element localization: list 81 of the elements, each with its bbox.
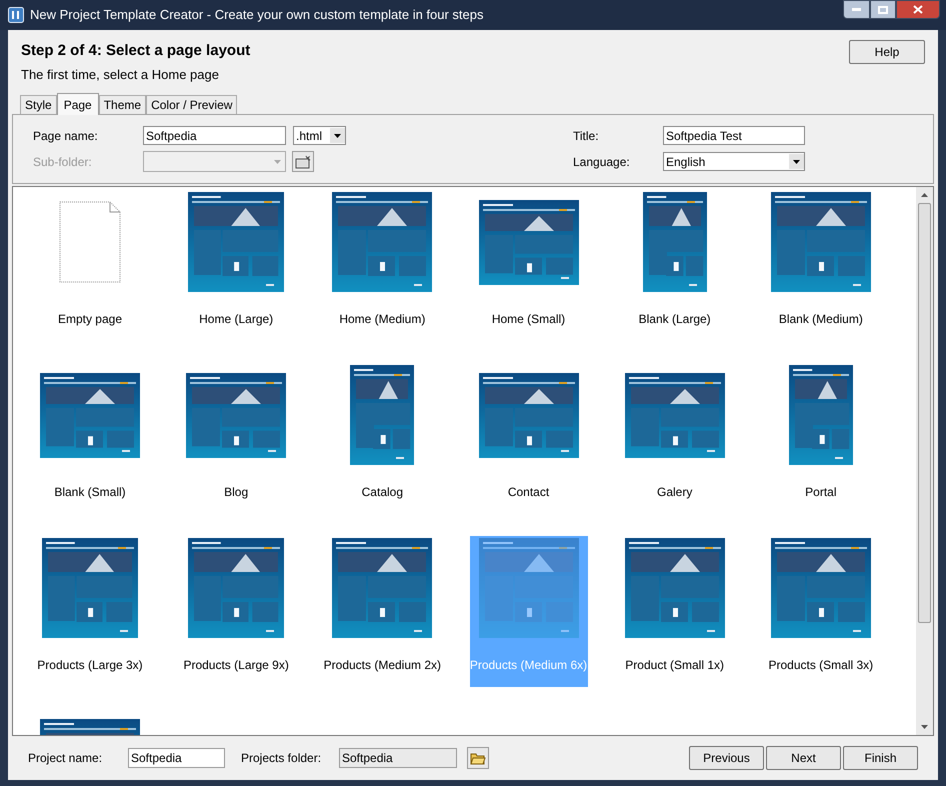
- layout-label: Home (Medium): [339, 311, 426, 328]
- layout-label: Products (Large 3x): [37, 657, 143, 674]
- field-label: Sub-folder:: [33, 154, 93, 170]
- title-field[interactable]: Softpedia Test: [663, 126, 805, 145]
- layout-item[interactable]: Products (Medium 2x): [323, 536, 442, 709]
- layout-label: Galery: [656, 484, 692, 501]
- layout-label: Portal: [805, 484, 836, 501]
- folder-icon: [295, 154, 311, 168]
- layout-item[interactable]: Galery: [616, 363, 734, 536]
- layout-label: Catalog: [362, 484, 404, 501]
- layout-item[interactable]: Empty page: [31, 190, 149, 363]
- layout-label: Product (Small 1x): [625, 657, 724, 674]
- dropdown-arrow-icon: [274, 160, 281, 164]
- layout-item[interactable]: Blank (Medium): [762, 190, 880, 363]
- folder-icon: [470, 752, 486, 764]
- field-value: Softpedia: [342, 750, 393, 767]
- layout-label: Blog: [224, 484, 248, 501]
- layout-label: Products (Large 9x): [183, 657, 289, 674]
- minimize-icon: [852, 8, 861, 11]
- field-value: .html: [296, 128, 324, 144]
- layout-label: Empty page: [58, 311, 122, 328]
- layout-item[interactable]: Blank (Large): [616, 190, 734, 363]
- browse-folder-button[interactable]: [467, 747, 489, 769]
- layout-item[interactable]: Blank (Small): [31, 363, 149, 536]
- minimize-button[interactable]: [843, 0, 870, 19]
- nav-button[interactable]: Next: [766, 746, 841, 770]
- language-dropdown[interactable]: English: [663, 152, 805, 171]
- scroll-thumb[interactable]: [918, 203, 931, 623]
- scroll-down-icon: [921, 725, 928, 729]
- layout-label: Contact: [508, 484, 550, 501]
- layout-label: Blank (Small): [54, 484, 126, 501]
- layout-item[interactable]: Products (Small 3x): [762, 536, 880, 709]
- close-icon: [913, 5, 923, 14]
- scroll-up-icon: [921, 193, 928, 197]
- field-label: Page name:: [33, 128, 99, 144]
- tab[interactable]: Page: [56, 93, 99, 115]
- layout-item[interactable]: Portal: [762, 363, 880, 536]
- maximize-icon: [878, 6, 888, 14]
- field-value: English: [666, 154, 706, 170]
- layout-item[interactable]: Product (Small 1x): [616, 536, 734, 709]
- layout-label: Products (Medium 2x): [324, 657, 442, 674]
- layout-item[interactable]: Home (Large): [177, 190, 296, 363]
- field-label: Project name:: [28, 750, 104, 767]
- extension-dropdown[interactable]: .html: [293, 126, 346, 145]
- window-title: New Project Template Creator - Create your own custom template in four steps: [30, 6, 484, 24]
- projects-folder-field[interactable]: Softpedia: [339, 748, 457, 768]
- layout-label: Blank (Large): [638, 311, 711, 328]
- layout-label: Products (Small 3x): [768, 657, 874, 674]
- field-value: Softpedia: [131, 750, 182, 767]
- page-name-field[interactable]: Softpedia: [143, 126, 286, 145]
- field-label: Projects folder:: [241, 750, 322, 767]
- field-label: Title:: [573, 128, 600, 144]
- nav-button[interactable]: Previous: [689, 746, 764, 770]
- field-value: Softpedia Test: [666, 128, 742, 144]
- maximize-button[interactable]: [870, 0, 896, 19]
- layout-item[interactable]: Home (Medium): [323, 190, 442, 363]
- nav-button[interactable]: Finish: [843, 746, 918, 770]
- field-value: Softpedia: [146, 128, 197, 144]
- layout-item[interactable]: Products (Large 9x): [177, 536, 296, 709]
- new-folder-button[interactable]: [292, 151, 314, 172]
- app-icon: [8, 7, 24, 23]
- close-button[interactable]: [896, 0, 940, 19]
- step-subtitle: The first time, select a Home page: [21, 66, 220, 84]
- step-heading: Step 2 of 4: Select a page layout: [21, 41, 250, 61]
- blank-page-icon: [59, 201, 121, 283]
- tab[interactable]: Style: [20, 95, 57, 114]
- layout-item[interactable]: Catalog: [323, 363, 442, 536]
- layout-item[interactable]: Products (Large 3x): [31, 536, 149, 709]
- field-label: Language:: [573, 154, 631, 170]
- help-button[interactable]: Help: [849, 40, 925, 64]
- layout-label: Blank (Medium): [778, 311, 863, 328]
- tab[interactable]: Color / Preview: [146, 95, 238, 114]
- layout-item[interactable]: Contact: [470, 363, 588, 536]
- layout-item[interactable]: Blog: [177, 363, 296, 536]
- tab[interactable]: Theme: [98, 95, 146, 114]
- layout-label: Home (Large): [199, 311, 274, 328]
- layout-label: Products (Medium 6x): [470, 657, 588, 674]
- layout-label: Home (Small): [492, 311, 566, 328]
- scrollbar[interactable]: [916, 187, 933, 735]
- layout-item[interactable]: Home (Small): [470, 190, 588, 363]
- project-name-field[interactable]: Softpedia: [128, 748, 225, 768]
